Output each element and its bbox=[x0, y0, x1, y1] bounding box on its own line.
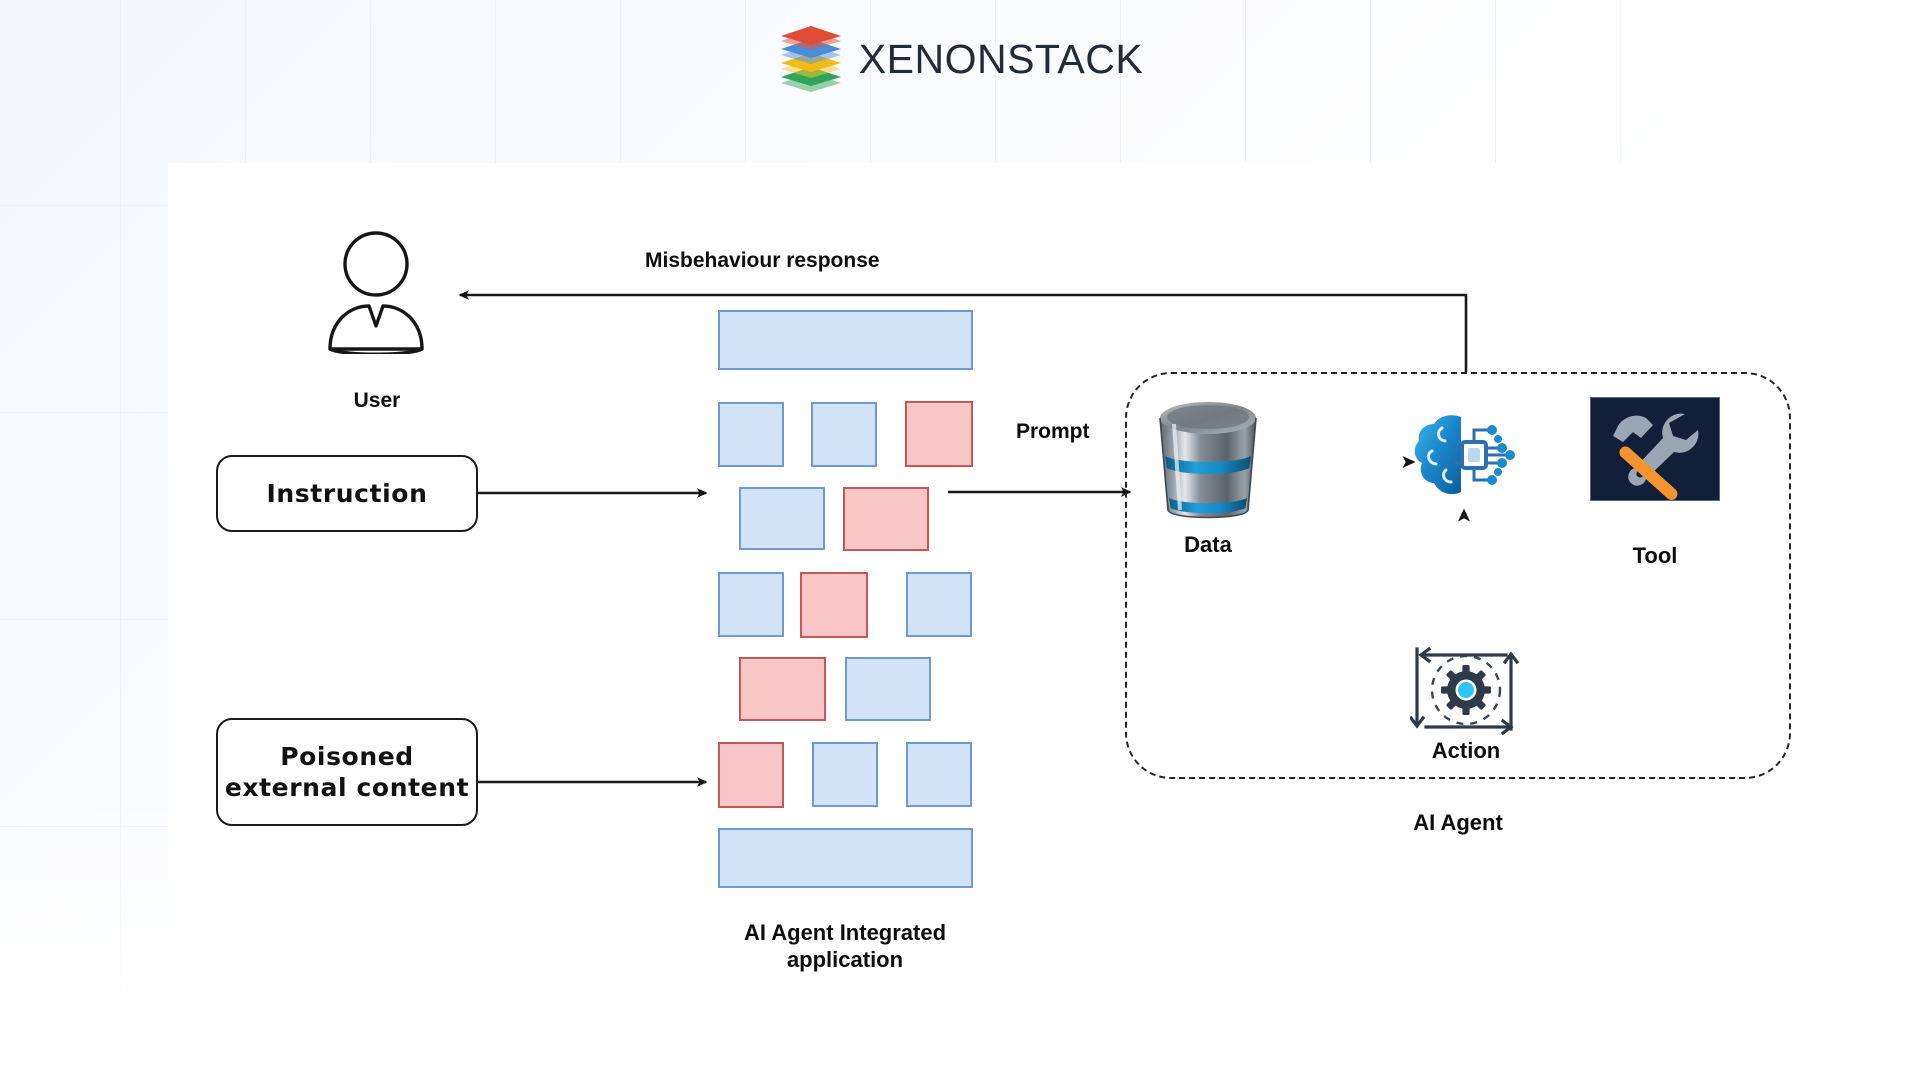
app-block-b15 bbox=[718, 828, 973, 888]
tool-label: Tool bbox=[1632, 543, 1678, 568]
action-label: Action bbox=[1431, 738, 1501, 763]
brand-name: XENONSTACK bbox=[858, 35, 1144, 82]
gear-rotation-icon bbox=[1408, 645, 1522, 737]
ai-brain-chip-icon bbox=[1412, 408, 1520, 514]
app-block-b5 bbox=[739, 487, 825, 550]
app-block-b8 bbox=[800, 572, 868, 638]
app-block-b10 bbox=[739, 657, 826, 721]
app-block-b4 bbox=[905, 401, 973, 467]
ai-agent-label: AI Agent bbox=[1413, 810, 1503, 835]
user-avatar-icon bbox=[313, 230, 441, 356]
diagram-page: XENONSTACK User Instruction Poisoned ext… bbox=[0, 0, 1920, 1080]
app-block-b13 bbox=[812, 742, 878, 807]
app-block-b2 bbox=[718, 402, 784, 467]
application-label: AI Agent Integrated application bbox=[743, 920, 947, 972]
app-block-b7 bbox=[718, 572, 784, 637]
instruction-label: Instruction bbox=[266, 478, 428, 508]
user-label: User bbox=[353, 389, 401, 412]
misbehaviour-response-label: Misbehaviour response bbox=[645, 249, 880, 272]
app-block-b14 bbox=[906, 742, 972, 807]
app-block-b9 bbox=[906, 572, 972, 637]
prompt-label: Prompt bbox=[1016, 420, 1090, 443]
app-block-b3 bbox=[811, 402, 877, 467]
hammer-wrench-icon bbox=[1590, 397, 1720, 501]
app-block-b1 bbox=[718, 310, 973, 370]
app-block-b12 bbox=[718, 742, 784, 808]
brand-header: XENONSTACK bbox=[0, 26, 1920, 92]
database-cylinder-icon bbox=[1152, 398, 1264, 528]
data-label: Data bbox=[1184, 532, 1232, 557]
app-block-b6 bbox=[843, 487, 929, 551]
stacked-layers-logo-icon bbox=[777, 26, 845, 92]
poisoned-content-box[interactable]: Poisoned external content bbox=[216, 718, 478, 826]
instruction-box[interactable]: Instruction bbox=[216, 455, 478, 532]
app-block-b11 bbox=[845, 657, 931, 721]
poisoned-content-label: Poisoned external content bbox=[224, 741, 470, 802]
